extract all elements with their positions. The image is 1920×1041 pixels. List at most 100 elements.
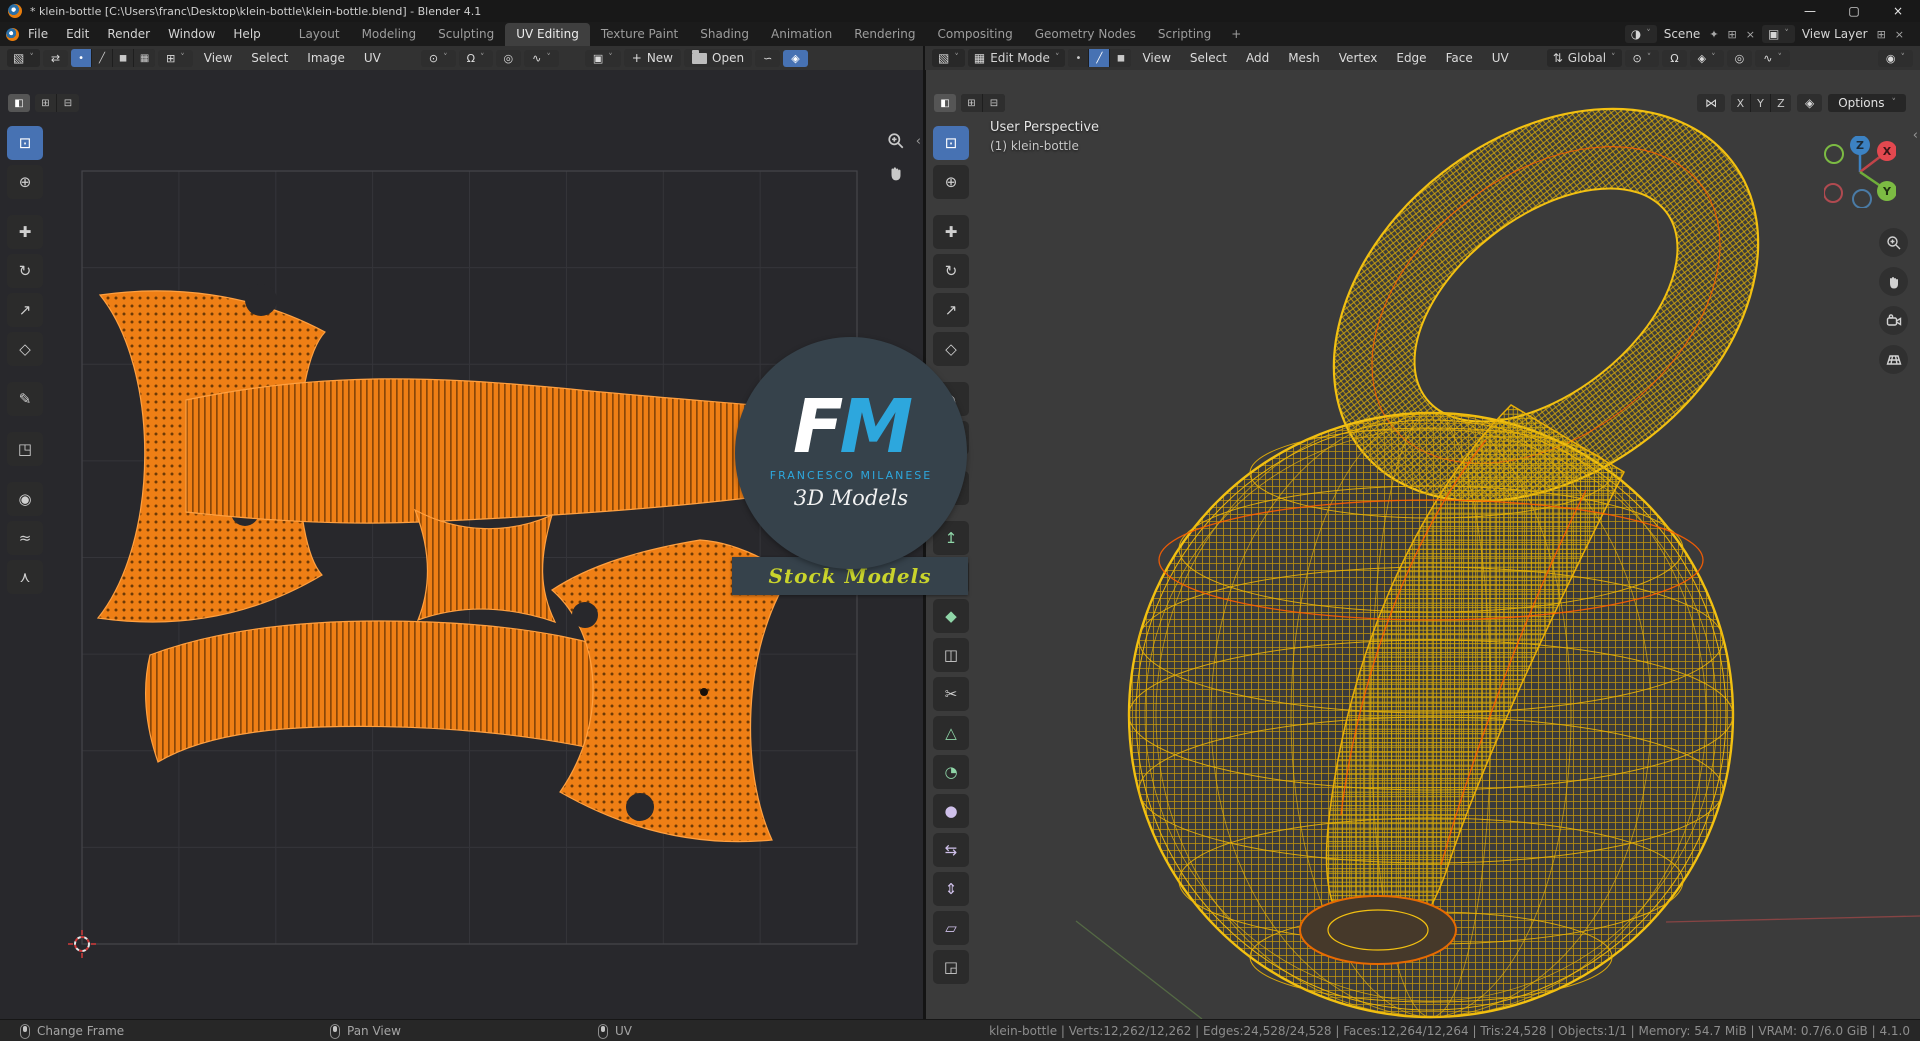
vp-tool-poly-build[interactable]: △ <box>933 716 969 750</box>
vp-tool-knife[interactable]: ✂ <box>933 677 969 711</box>
uv-tool-scale[interactable]: ↗ <box>7 293 43 327</box>
uv-select-vertex-button[interactable]: • <box>71 49 93 67</box>
uv-tool-pinch[interactable]: ⋏ <box>7 560 43 594</box>
vp-tool-rip-region[interactable]: ◲ <box>933 950 969 984</box>
menu-file[interactable]: File <box>19 24 57 44</box>
vp-tool-select-box[interactable]: ⊡ <box>933 126 969 160</box>
uv-tool-annotate[interactable]: ✎ <box>7 382 43 416</box>
proportional-editing-toggle[interactable]: ◎ <box>1726 49 1753 67</box>
vp-tool-shrink-fatten[interactable]: ⇕ <box>933 872 969 906</box>
camera-view-button[interactable] <box>1879 306 1908 335</box>
vp-tool-rotate[interactable]: ↻ <box>933 254 969 288</box>
unlink-scene-icon[interactable]: × <box>1744 28 1757 41</box>
vp-menu-edge[interactable]: Edge <box>1388 49 1434 67</box>
uv-tool-rotate[interactable]: ↻ <box>7 254 43 288</box>
vp-tool-move[interactable]: ✚ <box>933 215 969 249</box>
uv-select-face-button[interactable]: ◼ <box>113 49 135 67</box>
scene-selector[interactable]: ◑ ˅ <box>1624 25 1657 43</box>
open-image-button[interactable]: Open <box>684 49 753 67</box>
tab-texture-paint[interactable]: Texture Paint <box>590 23 689 46</box>
vp-tool-transform[interactable]: ◇ <box>933 332 969 366</box>
vp-menu-add[interactable]: Add <box>1238 49 1277 67</box>
new-scene-icon[interactable]: ⊞ <box>1726 28 1739 41</box>
uv-falloff-selector[interactable]: ∿ ˅ <box>524 49 559 67</box>
vp-sidebar-toggle-icon[interactable]: ‹ <box>1913 128 1918 143</box>
vp-menu-view[interactable]: View <box>1134 49 1178 67</box>
vp-tool-cursor[interactable]: ⊕ <box>933 165 969 199</box>
uv-snap-selector[interactable]: Ω ˅ <box>458 49 493 67</box>
menu-render[interactable]: Render <box>98 24 159 44</box>
view-layer-name[interactable]: View Layer <box>1800 27 1870 41</box>
scene-name[interactable]: Scene <box>1662 27 1703 41</box>
uv-tool-relax[interactable]: ≈ <box>7 521 43 555</box>
uv-editor-type-selector[interactable]: ▧ ˅ <box>7 49 40 67</box>
perspective-toggle-button[interactable] <box>1879 345 1908 374</box>
pin-scene-icon[interactable]: ✦ <box>1707 28 1720 41</box>
uv-sticky-selection-selector[interactable]: ⊞ ˅ <box>158 49 193 67</box>
uv-tool-move[interactable]: ✚ <box>7 215 43 249</box>
mirror-z-toggle[interactable]: Z <box>1770 94 1791 112</box>
vp-menu-select[interactable]: Select <box>1182 49 1235 67</box>
uv-menu-image[interactable]: Image <box>299 49 353 67</box>
vp-select-mode-subtract-button[interactable]: ⊟ <box>983 94 1005 112</box>
vp-select-mode-set-button[interactable]: ◧ <box>934 94 956 112</box>
uv-tool-select-box[interactable]: ⊡ <box>7 126 43 160</box>
image-link-icon[interactable]: ∽ <box>755 49 781 67</box>
uv-tool-transform[interactable]: ◇ <box>7 332 43 366</box>
tab-sculpting[interactable]: Sculpting <box>427 23 505 46</box>
vp-menu-face[interactable]: Face <box>1438 49 1481 67</box>
tab-compositing[interactable]: Compositing <box>926 23 1023 46</box>
vp-tool-scale[interactable]: ↗ <box>933 293 969 327</box>
vp-tool-edge-slide[interactable]: ⇆ <box>933 833 969 867</box>
vp-tool-smooth[interactable]: ● <box>933 794 969 828</box>
transform-orientation-selector[interactable]: ⇅ Global ˅ <box>1546 49 1622 67</box>
view-layer-selector[interactable]: ▣ ˅ <box>1761 25 1795 43</box>
viewport-area[interactable]: User Perspective (1) klein-bottle ◧ ⊞ ⊟ … <box>926 70 1920 1019</box>
image-browse-selector[interactable]: ▣ ˅ <box>584 49 621 67</box>
uv-select-mode-set-button[interactable]: ◧ <box>8 94 30 112</box>
mode-selector[interactable]: ▦ Edit Mode ˅ <box>967 49 1066 67</box>
uv-select-mode-extend-button[interactable]: ⊞ <box>35 94 57 112</box>
uv-tool-grab[interactable]: ◉ <box>7 482 43 516</box>
snap-projection-icon[interactable]: ◈ <box>1796 94 1823 112</box>
vertex-select-button[interactable]: • <box>1068 49 1090 67</box>
pan-hand-icon[interactable] <box>887 164 905 182</box>
vp-tool-loop-cut[interactable]: ◫ <box>933 638 969 672</box>
uv-menu-view[interactable]: View <box>196 49 240 67</box>
uv-select-mode-subtract-button[interactable]: ⊟ <box>57 94 79 112</box>
view-axis-gizmo[interactable]: Z X Y <box>1824 136 1896 208</box>
add-workspace-button[interactable]: + <box>1222 23 1250 46</box>
vp-tool-bevel[interactable]: ◆ <box>933 599 969 633</box>
snap-settings-selector[interactable]: ◈ ˅ <box>1689 49 1724 67</box>
new-view-layer-icon[interactable]: ⊞ <box>1875 28 1888 41</box>
blender-menu-icon[interactable] <box>6 27 19 41</box>
visibility-selector[interactable]: ◉ ˅ <box>1877 49 1913 67</box>
uv-pivot-selector[interactable]: ⊙ ˅ <box>420 49 456 67</box>
uv-menu-select[interactable]: Select <box>243 49 296 67</box>
tab-animation[interactable]: Animation <box>760 23 843 46</box>
close-button[interactable]: × <box>1876 0 1920 22</box>
uv-tool-rip-region[interactable]: ◳ <box>7 432 43 466</box>
new-image-button[interactable]: + New <box>623 49 681 67</box>
menu-window[interactable]: Window <box>159 24 224 44</box>
minimize-button[interactable]: — <box>1788 0 1832 22</box>
remove-view-layer-icon[interactable]: × <box>1893 28 1906 41</box>
vp-tool-spin[interactable]: ◔ <box>933 755 969 789</box>
tab-modeling[interactable]: Modeling <box>351 23 428 46</box>
tab-rendering[interactable]: Rendering <box>843 23 926 46</box>
image-pin-toggle[interactable]: ◈ <box>783 49 808 67</box>
zoom-icon[interactable] <box>887 132 905 150</box>
uv-proportional-editing-toggle[interactable]: ◎ <box>495 49 522 67</box>
uv-sync-selection-toggle[interactable]: ⇄ <box>42 49 69 67</box>
maximize-button[interactable]: ▢ <box>1832 0 1876 22</box>
tab-uv-editing[interactable]: UV Editing <box>505 23 590 46</box>
vp-menu-uv[interactable]: UV <box>1484 49 1517 67</box>
vp-tool-shear[interactable]: ▱ <box>933 911 969 945</box>
uv-select-island-button[interactable]: ▦ <box>134 49 156 67</box>
viewport-editor-type-selector[interactable]: ▧ ˅ <box>932 49 965 67</box>
tab-shading[interactable]: Shading <box>689 23 760 46</box>
edge-select-button[interactable]: ╱ <box>1089 49 1111 67</box>
vp-menu-vertex[interactable]: Vertex <box>1331 49 1386 67</box>
tab-geometry-nodes[interactable]: Geometry Nodes <box>1024 23 1147 46</box>
vp-menu-mesh[interactable]: Mesh <box>1280 49 1328 67</box>
